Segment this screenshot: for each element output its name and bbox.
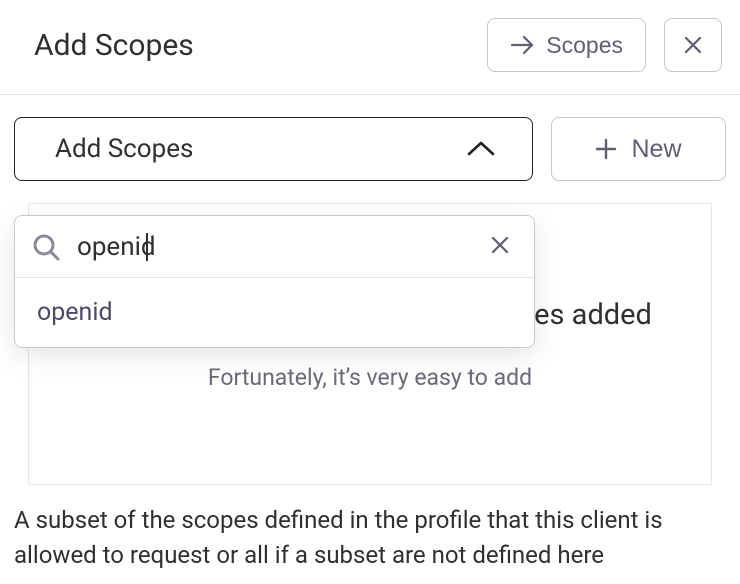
dropdown-panel: openid openid — [14, 215, 535, 348]
search-input-value: openid — [77, 232, 156, 262]
scopes-button[interactable]: Scopes — [487, 18, 646, 72]
scopes-button-label: Scopes — [546, 32, 623, 59]
dropdown-option-label: openid — [37, 298, 113, 327]
close-icon — [490, 235, 510, 255]
empty-state-subtitle: Fortunately, it’s very easy to add — [208, 364, 532, 391]
close-icon — [683, 35, 703, 55]
add-scopes-dropdown[interactable]: Add Scopes — [14, 117, 533, 181]
search-icon — [31, 232, 61, 262]
search-input[interactable]: openid — [77, 232, 468, 262]
dropdown-label: Add Scopes — [55, 134, 193, 164]
close-button[interactable] — [664, 18, 722, 72]
header-actions: Scopes — [487, 18, 722, 72]
plus-icon — [595, 138, 617, 160]
modal-title: Add Scopes — [34, 28, 194, 63]
arrow-right-icon — [510, 35, 536, 55]
new-button-label: New — [631, 135, 681, 164]
dropdown-option[interactable]: openid — [15, 278, 534, 347]
help-text: A subset of the scopes defined in the pr… — [0, 485, 740, 573]
text-cursor — [146, 233, 148, 261]
toolbar: Add Scopes New — [0, 95, 740, 181]
chevron-up-icon — [466, 140, 496, 158]
search-row: openid — [15, 216, 534, 278]
clear-search-button[interactable] — [484, 229, 516, 264]
new-button[interactable]: New — [551, 117, 726, 181]
modal-header: Add Scopes Scopes — [0, 0, 740, 95]
